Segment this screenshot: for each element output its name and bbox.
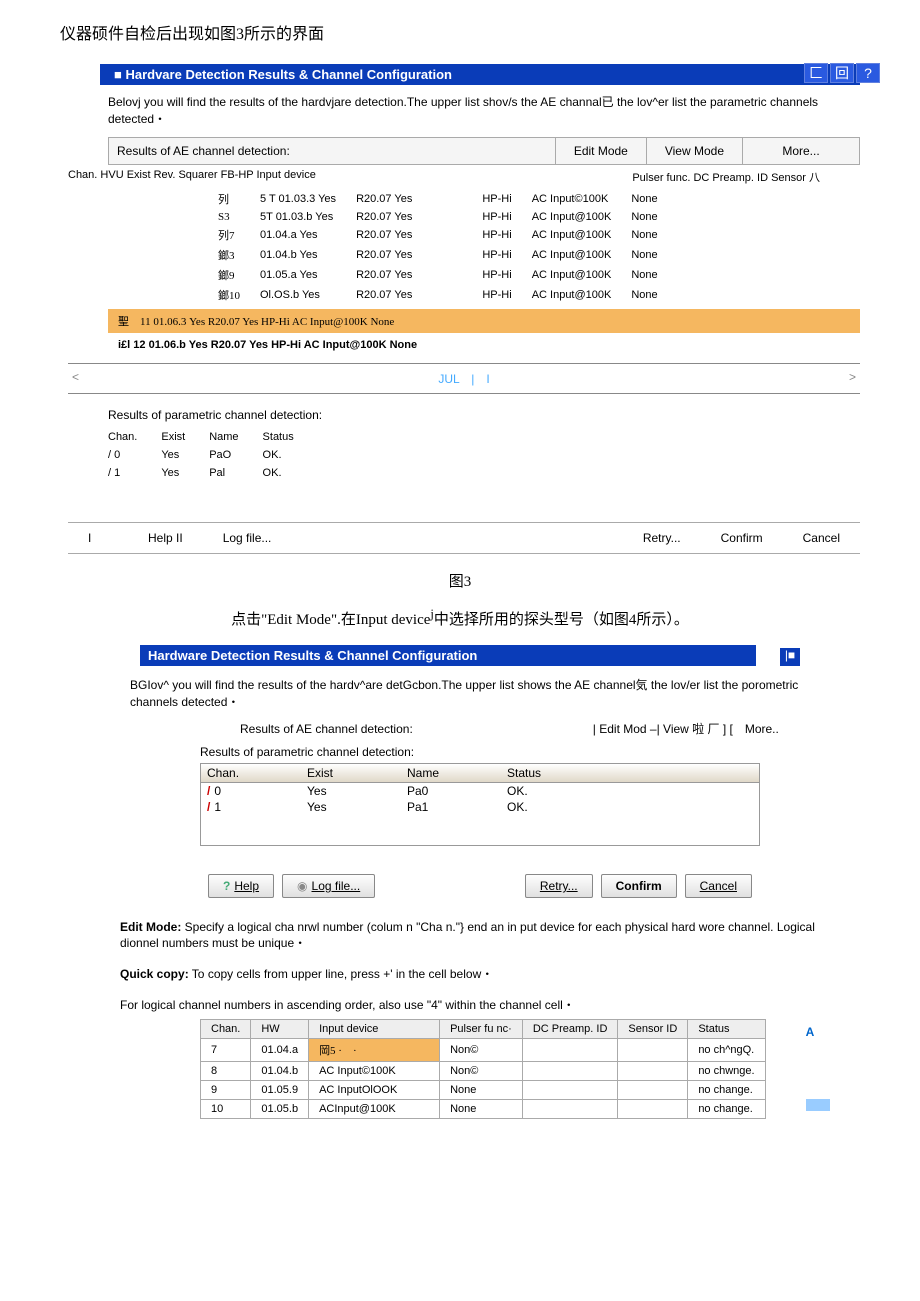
retry-button[interactable]: Retry... <box>623 523 701 553</box>
param-results-label2: Results of parametric channel detection: <box>200 745 840 759</box>
window1-title: ■ Hardvare Detection Results & Channel C… <box>114 67 452 82</box>
editmode-note: Edit Mode: Specify a logical cha nrwl nu… <box>120 920 840 951</box>
table-row: 鎯301.04.b YesR20.07 YesHP-HiAC Input@100… <box>208 245 668 265</box>
more-button[interactable]: More... <box>742 138 859 164</box>
ae-row-last: i£l 12 01.06.b Yes R20.07 Yes HP-Hi AC I… <box>108 333 860 357</box>
cancel-button[interactable]: Cancel <box>783 523 860 553</box>
cancel-button2[interactable]: Cancel <box>685 874 752 898</box>
table-row[interactable]: 1001.05.bACInput@100KNoneno change. <box>201 1100 766 1119</box>
window2-buttons: ? Help ◉ Log file... Retry... Confirm Ca… <box>200 866 760 906</box>
table-row: 列701.04.a YesR20.07 YesHP-HiAC Input@100… <box>208 225 668 245</box>
question-icon: ? <box>223 879 230 893</box>
quickcopy-note: Quick copy: To copy cells from upper lin… <box>120 965 840 982</box>
help-button2[interactable]: ? Help <box>208 874 274 898</box>
help-button[interactable]: Help II <box>128 523 203 553</box>
table-row: S35T 01.03.b YesR20.07 YesHP-HiAC Input@… <box>208 209 668 225</box>
table-row[interactable]: 801.04.bAC Input©100KNon©no chwnge. <box>201 1062 766 1081</box>
ae-results-label2: Results of AE channel detection: <box>240 722 413 736</box>
intro-text: 仪器硕件自检后出现如图3所示的界面 <box>60 20 860 44</box>
window1-desc: Belovj you will find the results of the … <box>108 93 860 127</box>
logfile-button2[interactable]: ◉ Log file... <box>282 874 375 898</box>
minimize-icon[interactable]: 匚 <box>804 63 828 83</box>
help-icon[interactable]: ? <box>856 63 880 83</box>
confirm-button2[interactable]: Confirm <box>601 874 677 898</box>
window2-desc: BGIov^ you will find the results of the … <box>130 676 840 710</box>
window2-titleend: |■ <box>780 648 800 666</box>
param-table: Chan.ExistNameStatus / 0YesPaOOK./ 1YesP… <box>108 428 318 482</box>
ae-row-highlighted[interactable]: 聖 11 01.06.3 Yes R20.07 Yes HP-Hi AC Inp… <box>108 309 860 333</box>
logfile-button[interactable]: Log file... <box>203 523 292 553</box>
ae-results-label: Results of AE channel detection: <box>109 138 555 164</box>
confirm-button[interactable]: Confirm <box>701 523 783 553</box>
side-marker <box>806 1099 830 1111</box>
ae-table: 列5 T 01.03.3 YesR20.07 YesHP-HiAC Input©… <box>208 189 668 305</box>
side-letter-a: A <box>806 1025 830 1039</box>
table-row: 鎯10Ol.OS.b YesR20.07 YesHP-HiAC Input@10… <box>208 285 668 305</box>
retry-button2[interactable]: Retry... <box>525 874 593 898</box>
instruction-text: 点击"Edit Mode".在Input devicej中选择所用的探头型号（如… <box>60 607 860 629</box>
ae-header: Chan. HVU Exist Rev. Squarer FB-HP Input… <box>68 169 860 185</box>
edit-mode-button[interactable]: Edit Mode <box>555 138 646 164</box>
window2-titlebar: Hardware Detection Results & Channel Con… <box>140 645 756 666</box>
disk-icon: ◉ <box>297 879 307 893</box>
view-mode-button[interactable]: View Mode <box>646 138 742 164</box>
window2-toolbar: Results of AE channel detection: | Edit M… <box>240 720 840 737</box>
edit-table[interactable]: Chan.HWInput devicePulser fu nc·DC Pream… <box>200 1019 766 1119</box>
param-results-label: Results of parametric channel detection: <box>108 408 860 422</box>
maximize-icon[interactable]: 回 <box>830 63 854 83</box>
list-item: /1YesPa1OK. <box>201 799 759 815</box>
param-table2: Chan.ExistNameStatus /0YesPa0OK./1YesPa1… <box>200 763 760 846</box>
table-row: 鎯901.05.a YesR20.07 YesHP-HiAC Input@100… <box>208 265 668 285</box>
figure3-caption: 图3 <box>60 570 860 591</box>
ae-toolbar: Results of AE channel detection: Edit Mo… <box>108 137 860 165</box>
ascending-note: For logical channel numbers in ascending… <box>120 996 840 1013</box>
table-row[interactable]: 901.05.9AC InputOlOOKNoneno change. <box>201 1081 766 1100</box>
table-row[interactable]: 701.04.a岡5 · ·Non©no ch^ngQ. <box>201 1039 766 1062</box>
list-item: /0YesPa0OK. <box>201 783 759 799</box>
table-row: 列5 T 01.03.3 YesR20.07 YesHP-HiAC Input©… <box>208 189 668 209</box>
toolbar-buttons2[interactable]: | Edit Mod –| View 啦 厂 ] [ More.. <box>593 722 779 736</box>
table-row: / 1YesPalOK. <box>108 464 318 482</box>
table-row: / 0YesPaOOK. <box>108 446 318 464</box>
scrollbar[interactable]: <JUL | I> <box>68 370 860 387</box>
window1-buttons: I Help II Log file... Retry... Confirm C… <box>68 522 860 554</box>
